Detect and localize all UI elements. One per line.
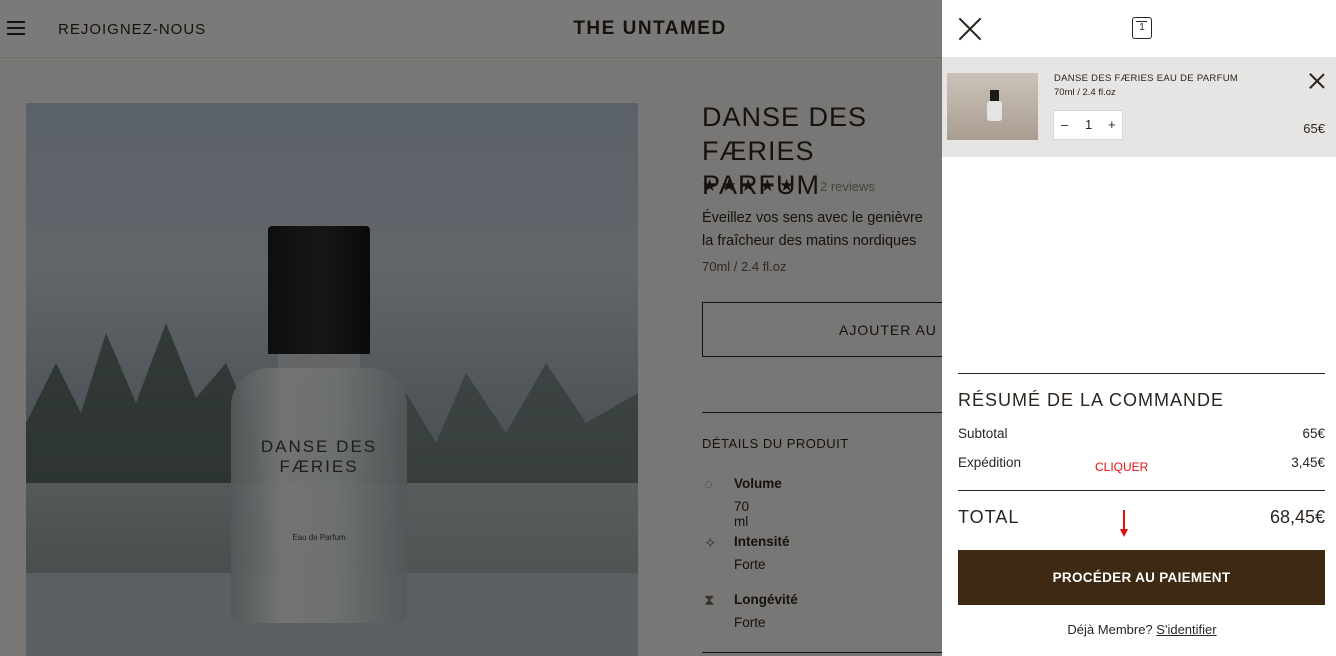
page-dim-overlay[interactable] xyxy=(0,0,942,656)
quantity-stepper: – 1 + xyxy=(1053,110,1123,140)
subtotal-label: Subtotal xyxy=(958,426,1008,441)
member-login-row: Déjà Membre? S'identifier xyxy=(942,622,1336,637)
cart-item-price: 65€ xyxy=(1303,121,1325,136)
shipping-label: Expédition xyxy=(958,455,1022,470)
cart-line-item: DANSE DES FÆRIES EAU DE PARFUM 70ml / 2.… xyxy=(942,57,1336,157)
remove-item-icon[interactable] xyxy=(1309,73,1325,89)
cart-item-name[interactable]: DANSE DES FÆRIES EAU DE PARFUM xyxy=(1054,73,1238,84)
total-label: TOTAL xyxy=(958,507,1020,527)
quantity-increase-button[interactable]: + xyxy=(1108,117,1116,132)
checkout-button[interactable]: PROCÉDER AU PAIEMENT xyxy=(958,550,1325,605)
cart-item-thumbnail[interactable] xyxy=(947,73,1038,140)
thumbnail-bottle-body xyxy=(987,101,1002,121)
summary-divider xyxy=(958,373,1325,374)
subtotal-value: 65€ xyxy=(1302,426,1325,441)
cart-drawer: 1 DANSE DES FÆRIES EAU DE PARFUM 70ml / … xyxy=(942,0,1336,656)
total-value: 68,45€ xyxy=(1269,507,1325,527)
sign-in-link[interactable]: S'identifier xyxy=(1156,622,1216,637)
cart-item-size: 70ml / 2.4 fl.oz xyxy=(1054,87,1116,98)
order-summary-title: RÉSUMÉ DE LA COMMANDE xyxy=(958,390,1225,410)
total-divider xyxy=(958,490,1325,491)
arrow-down-icon xyxy=(1120,510,1128,537)
quantity-decrease-button[interactable]: – xyxy=(1061,117,1068,132)
shipping-value: 3,45€ xyxy=(1291,455,1325,470)
member-prefix: Déjà Membre? xyxy=(1067,622,1153,637)
quantity-value[interactable]: 1 xyxy=(1085,117,1092,132)
close-icon[interactable] xyxy=(957,16,983,42)
bag-icon[interactable]: 1 xyxy=(1132,17,1152,39)
click-annotation: CLIQUER xyxy=(1095,460,1149,474)
